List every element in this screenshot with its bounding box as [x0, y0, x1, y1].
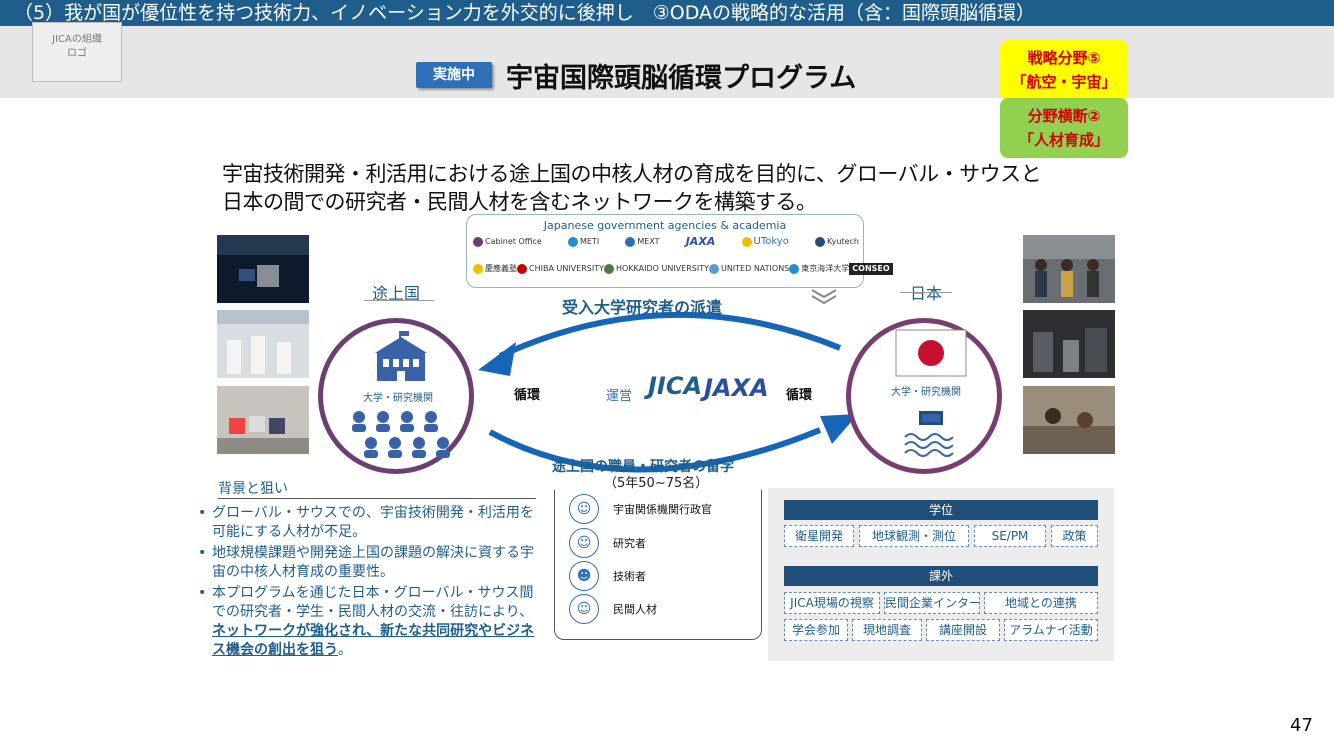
extra-chip: 民間企業インターン — [884, 592, 980, 614]
agency-logo: 東京海洋大学 — [789, 264, 849, 274]
role-item: ☺ 民間人材 — [569, 594, 657, 624]
circulation-left: 循環 — [514, 388, 541, 403]
page-title: 宇宙国際頭脳循環プログラム — [506, 63, 857, 94]
tag-line2: 「人材育成」 — [1018, 131, 1109, 149]
divider — [364, 300, 434, 301]
agency-logo: Cabinet Office — [473, 237, 542, 247]
programs-panel: 学位 衛星開発 地球観測・測位 SE/PM 政策 課外 JICA現場の視察 民間… — [768, 488, 1114, 661]
extra-chip: 講座開設 — [926, 619, 1000, 641]
extra-chip: アラムナイ活動 — [1004, 619, 1098, 641]
lab-photo — [1023, 310, 1115, 378]
role-item: ☺ 研究者 — [569, 528, 646, 558]
ocean-university-icon — [904, 411, 954, 457]
page-number: 47 — [1290, 715, 1313, 736]
divider — [218, 498, 536, 499]
status-badge: 実施中 — [416, 62, 492, 88]
lead-line1: 宇宙技術開発・利活用における途上国の中核人材の育成を目的に、グローバル・サウスと — [222, 162, 1042, 186]
developing-country-circle: 大学・研究機関 — [318, 318, 474, 474]
agency-logo: UTokyo — [741, 237, 789, 247]
role-item: ☻ 技術者 — [569, 561, 646, 591]
operate-label: 運営 — [606, 389, 633, 404]
agency-logo: 慶應義塾 — [473, 264, 517, 274]
jica-logo: JICA — [648, 372, 703, 400]
extra-chip: 学会参加 — [784, 619, 848, 641]
satellite-photo — [217, 235, 309, 303]
agencies-row-1: Cabinet Office METI MEXT JAXA UTokyo Kyu… — [473, 235, 859, 248]
group-photo — [1023, 235, 1115, 303]
background-heading: 背景と狙い — [218, 481, 288, 497]
agencies-title: Japanese government agencies & academia — [543, 219, 787, 232]
cubesat-photo — [217, 386, 309, 454]
engineer-icon: ☻ — [569, 561, 599, 591]
lead-text: 宇宙技術開発・利活用における途上国の中核人材の育成を目的に、グローバル・サウスと… — [222, 160, 1042, 216]
degree-chip: 衛星開発 — [784, 525, 854, 547]
bottom-flow-sub: （5年50~75名） — [604, 476, 709, 491]
degree-heading: 学位 — [784, 500, 1098, 520]
extra-chip: 地域との連携 — [984, 592, 1098, 614]
researcher-icon: ☺ — [569, 528, 599, 558]
official-icon: ☺ — [569, 494, 599, 524]
agency-logo: CHIBA UNIVERSITY — [517, 264, 604, 274]
background-bullets: グローバル・サウスでの、宇宙技術開発・利活用を可能にする人材が不足。 地球規模課… — [196, 504, 544, 662]
agency-logo: CONSEO — [849, 263, 893, 275]
agencies-box: Japanese government agencies & academia … — [466, 214, 893, 288]
left-circle-label: 大学・研究機関 — [363, 393, 433, 404]
degree-chip: 地球観測・測位 — [859, 525, 969, 547]
role-item: ☺ 宇宙関係機関行政官 — [569, 494, 712, 524]
right-circle-label: 大学・研究機関 — [891, 387, 961, 398]
degree-chip: 政策 — [1051, 525, 1098, 547]
breadcrumb: （5）我が国が優位性を持つ技術力、イノベーション力を外交的に後押し ③ODAの戦… — [0, 0, 1334, 26]
agency-logo: HOKKAIDO UNIVERSITY — [603, 264, 709, 274]
people-icons — [352, 411, 450, 458]
agency-logo: Kyutech — [815, 237, 859, 247]
tag-line1: 戦略分野⑤ — [1027, 49, 1101, 67]
bullet-item: 本プログラムを通じた日本・グローバル・サウス間での研究者・学生・民間人材の交流・… — [196, 584, 544, 660]
workshop-photo — [1023, 386, 1115, 454]
logo-placeholder: JICAの組織 ロゴ — [32, 22, 122, 82]
japan-flag-icon — [895, 329, 967, 377]
tag-line2: 「航空・宇宙」 — [1011, 73, 1117, 91]
agency-logo: MEXT — [625, 237, 660, 247]
tag-line1: 分野横断② — [1027, 107, 1101, 125]
university-building-icon — [375, 331, 427, 381]
agencies-row-2: 慶應義塾 CHIBA UNIVERSITY HOKKAIDO UNIVERSIT… — [473, 263, 893, 275]
cross-field-tag: 分野横断② 「人材育成」 — [1000, 98, 1128, 158]
degree-chip: SE/PM — [974, 525, 1046, 547]
jaxa-logo: JAXA — [704, 374, 769, 402]
japan-circle: 大学・研究機関 — [846, 318, 1002, 474]
bullet-item: 地球規模課題や開発途上国の課題の解決に資する宇宙の中核人材育成の重要性。 — [196, 544, 544, 582]
lead-line2: 日本の間での研究者・民間人材を含むネットワークを構築する。 — [222, 190, 817, 214]
agency-logo: JAXA — [685, 235, 716, 248]
cleanroom-photo — [217, 310, 309, 378]
agency-logo: UNITED NATIONS — [708, 264, 789, 274]
target-roles-box: ☺ 宇宙関係機関行政官 ☺ 研究者 ☻ 技術者 ☺ 民間人材 — [554, 490, 762, 640]
extra-chip: JICA現場の視察 — [784, 592, 880, 614]
top-flow-label: 受入大学研究者の派遣 — [562, 298, 723, 317]
strategic-field-tag: 戦略分野⑤ 「航空・宇宙」 — [1000, 40, 1128, 100]
extracurricular-heading: 課外 — [784, 566, 1098, 586]
bullet-item: グローバル・サウスでの、宇宙技術開発・利活用を可能にする人材が不足。 — [196, 504, 544, 542]
private-sector-icon: ☺ — [569, 594, 599, 624]
bullet-emphasis: ネットワークが強化され、新たな共同研究やビジネス機会の創出を狙う — [212, 623, 535, 658]
circulation-right: 循環 — [786, 388, 813, 403]
divider — [900, 292, 952, 293]
extra-chip: 現地調査 — [852, 619, 922, 641]
agency-logo: METI — [567, 237, 599, 247]
